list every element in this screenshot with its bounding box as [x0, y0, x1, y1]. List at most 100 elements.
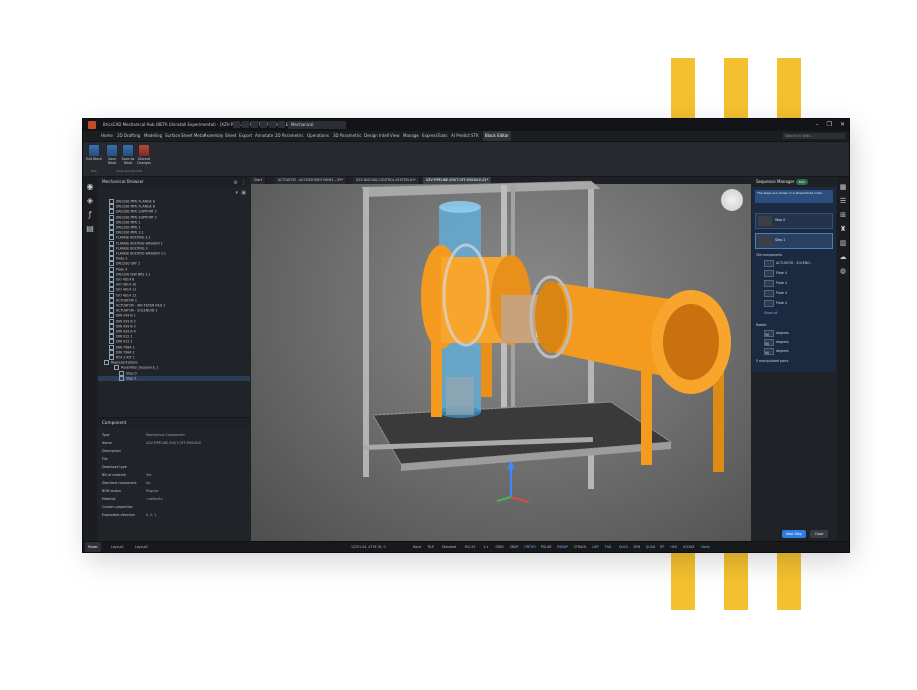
property-row[interactable]: Type Mechanical Component: [102, 432, 246, 439]
property-row[interactable]: Description: [102, 448, 246, 455]
status-toggle[interactable]: 1:1: [483, 542, 488, 552]
status-toggle[interactable]: SNAP: [510, 542, 519, 552]
cube-icon[interactable]: ◈: [86, 197, 94, 205]
menu-tab[interactable]: Sheet: [225, 131, 237, 141]
grid-icon[interactable]: ▥: [839, 239, 847, 247]
model-tab[interactable]: Model: [85, 542, 101, 552]
status-toggle[interactable]: GRID: [496, 542, 504, 552]
globe-icon[interactable]: ◍: [839, 267, 847, 275]
menu-tab[interactable]: 2D Parametric: [275, 131, 304, 141]
filter-icon[interactable]: ▾: [235, 188, 238, 198]
print-icon[interactable]: [278, 121, 285, 128]
menu-tab-block-editor[interactable]: Block Editor: [483, 131, 511, 141]
menu-tab[interactable]: View: [390, 131, 400, 141]
manipulated-parts-count: 5 manipulated parts: [756, 359, 789, 363]
function-icon[interactable]: ƒ: [86, 211, 94, 219]
menu-tab[interactable]: 2D Drafting: [117, 131, 140, 141]
menu-tab[interactable]: Modeling: [144, 131, 162, 141]
panel-icon[interactable]: ▦: [839, 183, 847, 191]
menu-tab[interactable]: STK: [471, 131, 479, 141]
step-card-selected[interactable]: Step 1: [755, 233, 833, 249]
component-row[interactable]: ACTUATOR - SOLENO..: [764, 259, 831, 267]
menu-tab[interactable]: Assembly: [204, 131, 223, 141]
expand-icon[interactable]: ▣: [241, 188, 246, 198]
trophy-icon[interactable]: ♜: [839, 225, 847, 233]
menu-tab[interactable]: Export: [239, 131, 252, 141]
menu-tab[interactable]: Sheet Metal: [181, 131, 205, 141]
property-row[interactable]: File: [102, 456, 246, 463]
quick-access-toolbar: [233, 121, 285, 128]
property-row[interactable]: Material <default>: [102, 496, 246, 503]
undo-icon[interactable]: [260, 121, 267, 128]
property-row[interactable]: Name XZV-PIPELINE-SHUT-OFF-MODULE: [102, 440, 246, 447]
component-row[interactable]: Plate 4: [764, 279, 831, 287]
component-row[interactable]: Plate 4: [764, 289, 831, 297]
status-toggle[interactable]: HKA: [670, 542, 677, 552]
workspace-select[interactable]: Mechanical: [288, 121, 346, 129]
status-toggle[interactable]: TILE: [605, 542, 612, 552]
show-all-link[interactable]: Show all: [764, 309, 831, 317]
lightbulb-icon[interactable]: ◉: [86, 183, 94, 191]
minimize-icon[interactable]: –: [816, 119, 819, 131]
menu-tab[interactable]: AI Predict: [451, 131, 470, 141]
sliders-icon[interactable]: ☰: [839, 197, 847, 205]
layers-icon[interactable]: ▤: [86, 225, 94, 233]
menu-tab[interactable]: Surface: [165, 131, 180, 141]
status-toggle[interactable]: Standard: [442, 542, 457, 552]
menu-tab[interactable]: ExpressTools: [422, 131, 447, 141]
save-icon[interactable]: [251, 121, 258, 128]
tree-icon[interactable]: ⊞: [839, 211, 847, 219]
maximize-icon[interactable]: ❐: [827, 119, 832, 131]
cloud-icon[interactable]: ☁: [839, 253, 847, 261]
exit-block-button[interactable]: Exit Block: [86, 145, 102, 161]
menu-tab[interactable]: Home: [101, 131, 113, 141]
status-toggle[interactable]: ESNAP: [557, 542, 568, 552]
open-icon[interactable]: [242, 121, 249, 128]
status-toggle[interactable]: QUAD: [646, 542, 655, 552]
property-row[interactable]: Download type: [102, 464, 246, 471]
property-row[interactable]: Standard component No: [102, 480, 246, 487]
property-row[interactable]: BOM status Regular: [102, 488, 246, 495]
save-block-button[interactable]: Save Block: [104, 145, 120, 165]
layout-tab[interactable]: Layout2: [135, 542, 148, 552]
save-as-block-button[interactable]: Save As Block: [120, 145, 136, 165]
app-logo-icon: [88, 121, 96, 129]
status-toggle[interactable]: ISO-25: [465, 542, 476, 552]
component-row[interactable]: Plate 4: [764, 299, 831, 307]
rotation-row[interactable]: 90 degrees: [764, 338, 831, 346]
status-toggle[interactable]: DYN: [634, 542, 641, 552]
layout-tab[interactable]: Layout1: [111, 542, 124, 552]
status-toggle[interactable]: LWT: [592, 542, 599, 552]
redo-icon[interactable]: [269, 121, 276, 128]
property-row[interactable]: Explorable direction 0, 0, 1: [102, 512, 246, 519]
status-toggle[interactable]: LOCKUI: [683, 542, 695, 552]
menu-tab[interactable]: Design Intell: [364, 131, 389, 141]
status-toggle[interactable]: DUCS: [619, 542, 628, 552]
status-toggle[interactable]: RT: [660, 542, 664, 552]
exit-sequence-button[interactable]: Exit: [796, 179, 808, 185]
status-toggle[interactable]: ORTHO: [524, 542, 535, 552]
new-icon[interactable]: [233, 121, 240, 128]
close-sequence-button[interactable]: Close: [810, 530, 828, 538]
component-row[interactable]: Plate 4: [764, 269, 831, 277]
property-row[interactable]: Bill of material Yes: [102, 472, 246, 479]
tree-item[interactable]: Step 1: [98, 375, 250, 381]
rotation-row[interactable]: 90 degrees: [764, 329, 831, 337]
3d-viewport[interactable]: Start ACTUATOR - ACCESSORIES PANEL - XY*…: [251, 177, 751, 542]
wiki-search-input[interactable]: Search in Wiki...: [783, 133, 845, 139]
close-window-icon[interactable]: ✕: [840, 119, 845, 131]
property-row[interactable]: Custom properties: [102, 504, 246, 511]
discard-changes-button[interactable]: Discard Changes: [136, 145, 152, 165]
status-toggle[interactable]: None: [413, 542, 421, 552]
rotation-row[interactable]: 90 degrees: [764, 347, 831, 355]
status-toggle[interactable]: TILE: [427, 542, 434, 552]
menu-tab[interactable]: Operations: [307, 131, 329, 141]
menu-tab[interactable]: Annotate: [255, 131, 273, 141]
status-toggle[interactable]: POLAR: [541, 542, 552, 552]
menu-tab[interactable]: Manage: [403, 131, 419, 141]
status-toggle[interactable]: None: [701, 542, 709, 552]
next-step-button[interactable]: Next Step: [782, 530, 806, 538]
menu-tab[interactable]: 3D Parametric: [333, 131, 362, 141]
step-card[interactable]: Step 0: [755, 213, 833, 229]
status-toggle[interactable]: STRACK: [574, 542, 587, 552]
